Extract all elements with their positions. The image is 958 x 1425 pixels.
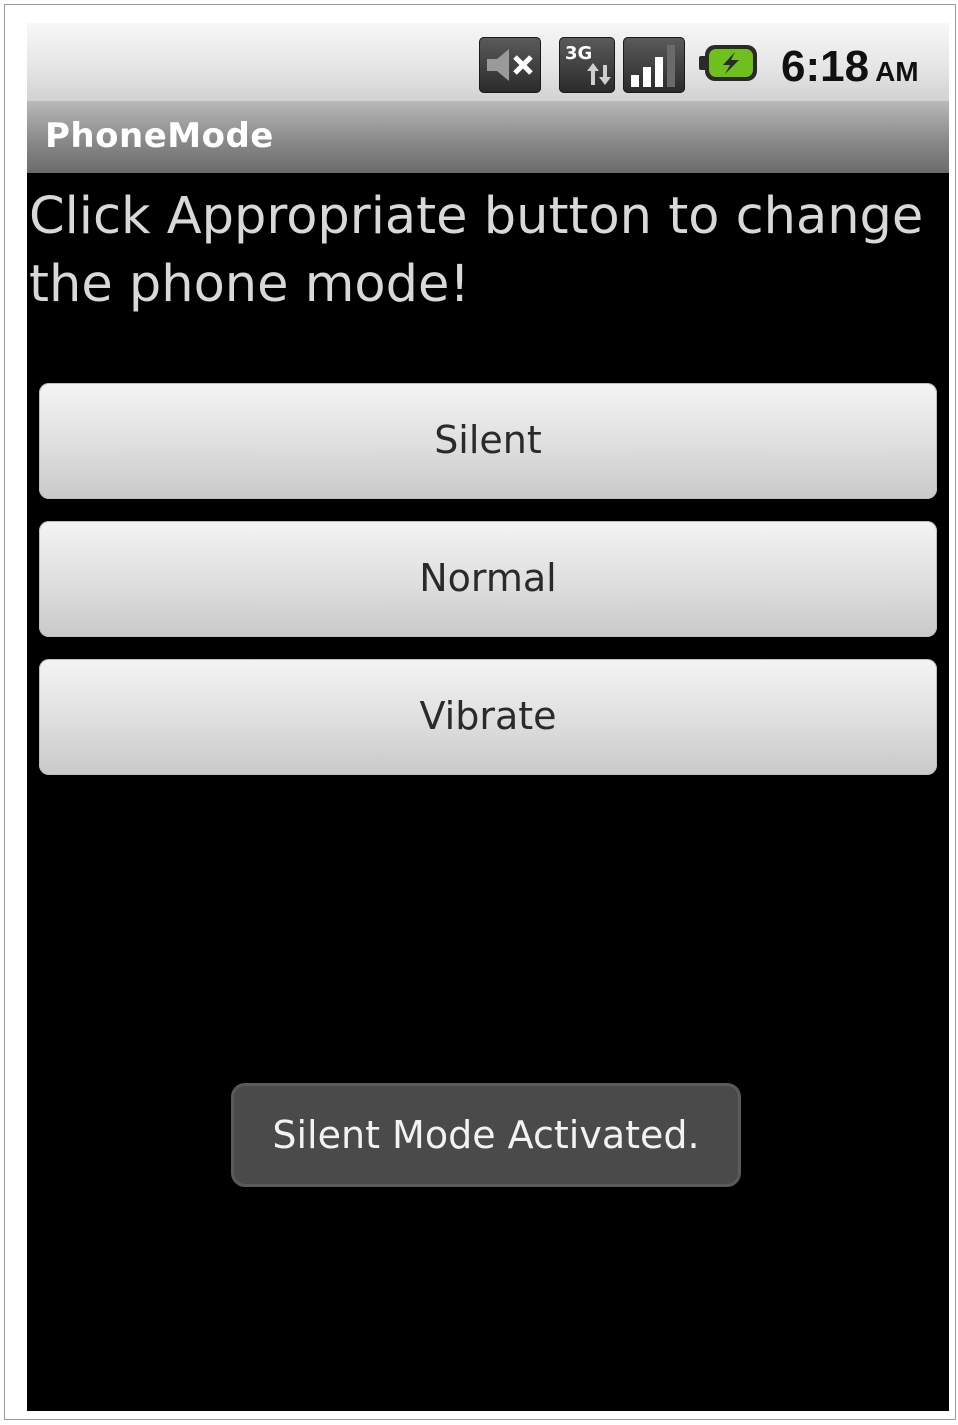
silent-button[interactable]: Silent	[39, 383, 937, 499]
volume-muted-icon	[479, 37, 541, 93]
network-type-label: 3G	[565, 43, 592, 64]
instruction-text: Click Appropriate button to change the p…	[29, 187, 924, 314]
3g-data-icon: 3G	[559, 37, 615, 93]
signal-strength-icon	[623, 37, 685, 93]
clock-time: 6:18	[781, 42, 870, 91]
status-bar: 3G 6:18 AM	[27, 23, 949, 101]
status-clock: 6:18 AM	[781, 37, 919, 97]
toast-message: Silent Mode Activated.	[231, 1083, 741, 1187]
clock-ampm: AM	[875, 56, 919, 87]
vibrate-button[interactable]: Vibrate	[39, 659, 937, 775]
normal-button[interactable]: Normal	[39, 521, 937, 637]
app-title-bar: PhoneMode	[27, 101, 949, 173]
app-title: PhoneMode	[45, 116, 274, 156]
device-frame: 3G 6:18 AM PhoneMode Click Appropriate b…	[4, 4, 956, 1420]
battery-charging-icon	[699, 43, 759, 83]
phone-screen: 3G 6:18 AM PhoneMode Click Appropriate b…	[27, 23, 949, 1411]
